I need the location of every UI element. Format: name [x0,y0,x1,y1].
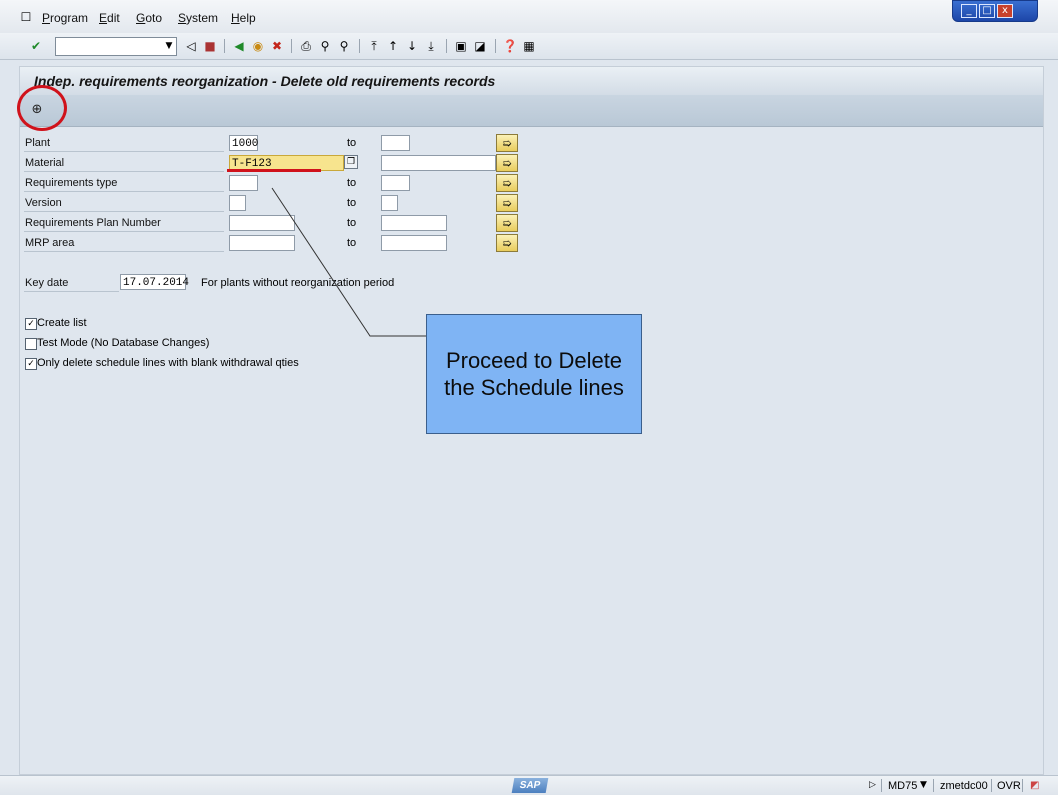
exit-icon[interactable]: ◉ [250,38,266,54]
callout-line-1: Proceed to Delete [445,348,623,373]
connector-line [271,187,426,337]
menu-goto[interactable]: Goto [136,11,162,25]
toolbar-separator [224,39,225,53]
minimize-button[interactable]: _ [961,4,977,18]
status-separator [881,779,882,792]
find-next-icon[interactable]: ⚲ [336,38,352,54]
menu-icon[interactable]: ☐ [18,9,34,25]
previous-page-icon[interactable]: ↑ [385,38,401,54]
menu-bar: ☐ Program Edit Goto System Help _ □ x [0,0,1058,34]
layout-menu-icon[interactable]: ▦ [521,38,537,54]
status-separator [1022,779,1023,792]
status-separator [991,779,992,792]
first-page-icon[interactable]: ⤒ [366,38,382,54]
chevron-down-icon[interactable]: ▼ [920,780,927,790]
back-icon[interactable]: ◀ [231,38,247,54]
standard-toolbar: ✔ ▼ ◁ ■ ◀ ◉ ✖ ⎙ ⚲ ⚲ ⤒ ↑ ↓ ⤓ ▣ ◪ ❓ ▦ [0,33,1058,60]
server-name: zmetdc00 [940,780,988,792]
transaction-code: MD75 [888,780,918,792]
callout-line-2: the Schedule lines [444,375,624,400]
sap-logo: SAP [511,778,549,793]
maximize-button[interactable]: □ [979,4,995,18]
menu-help[interactable]: Help [231,11,256,25]
menu-edit[interactable]: Edit [99,11,120,25]
command-field[interactable]: ▼ [55,37,177,56]
chevron-down-icon[interactable]: ▼ [162,38,176,55]
status-indicator-icon: ◩ [1030,780,1040,791]
status-bar: SAP ▷ MD75 ▼ zmetdc00 OVR ◩ [0,775,1058,795]
menu-system[interactable]: System [178,11,218,25]
cancel-icon[interactable]: ✖ [269,38,285,54]
close-button[interactable]: x [997,4,1013,18]
new-session-icon[interactable]: ▣ [453,38,469,54]
callout-box: Proceed to Delete the Schedule lines [426,314,642,434]
menu-program[interactable]: Program [42,11,88,25]
back-arrow-icon[interactable]: ◁ [183,38,199,54]
help-icon[interactable]: ❓ [502,38,518,54]
status-expand-icon[interactable]: ▷ [869,780,876,790]
window-controls: _ □ x [952,0,1038,22]
toolbar-separator [359,39,360,53]
input-mode: OVR [997,780,1021,792]
last-page-icon[interactable]: ⤓ [423,38,439,54]
find-icon[interactable]: ⚲ [317,38,333,54]
save-icon[interactable]: ■ [202,38,218,54]
status-separator [933,779,934,792]
toolbar-separator [291,39,292,53]
print-icon[interactable]: ⎙ [298,38,314,54]
shortcut-icon[interactable]: ◪ [472,38,488,54]
enter-icon[interactable]: ✔ [28,38,44,54]
toolbar-separator [446,39,447,53]
work-area: Indep. requirements reorganization - Del… [17,66,1044,775]
toolbar-separator [495,39,496,53]
next-page-icon[interactable]: ↓ [404,38,420,54]
